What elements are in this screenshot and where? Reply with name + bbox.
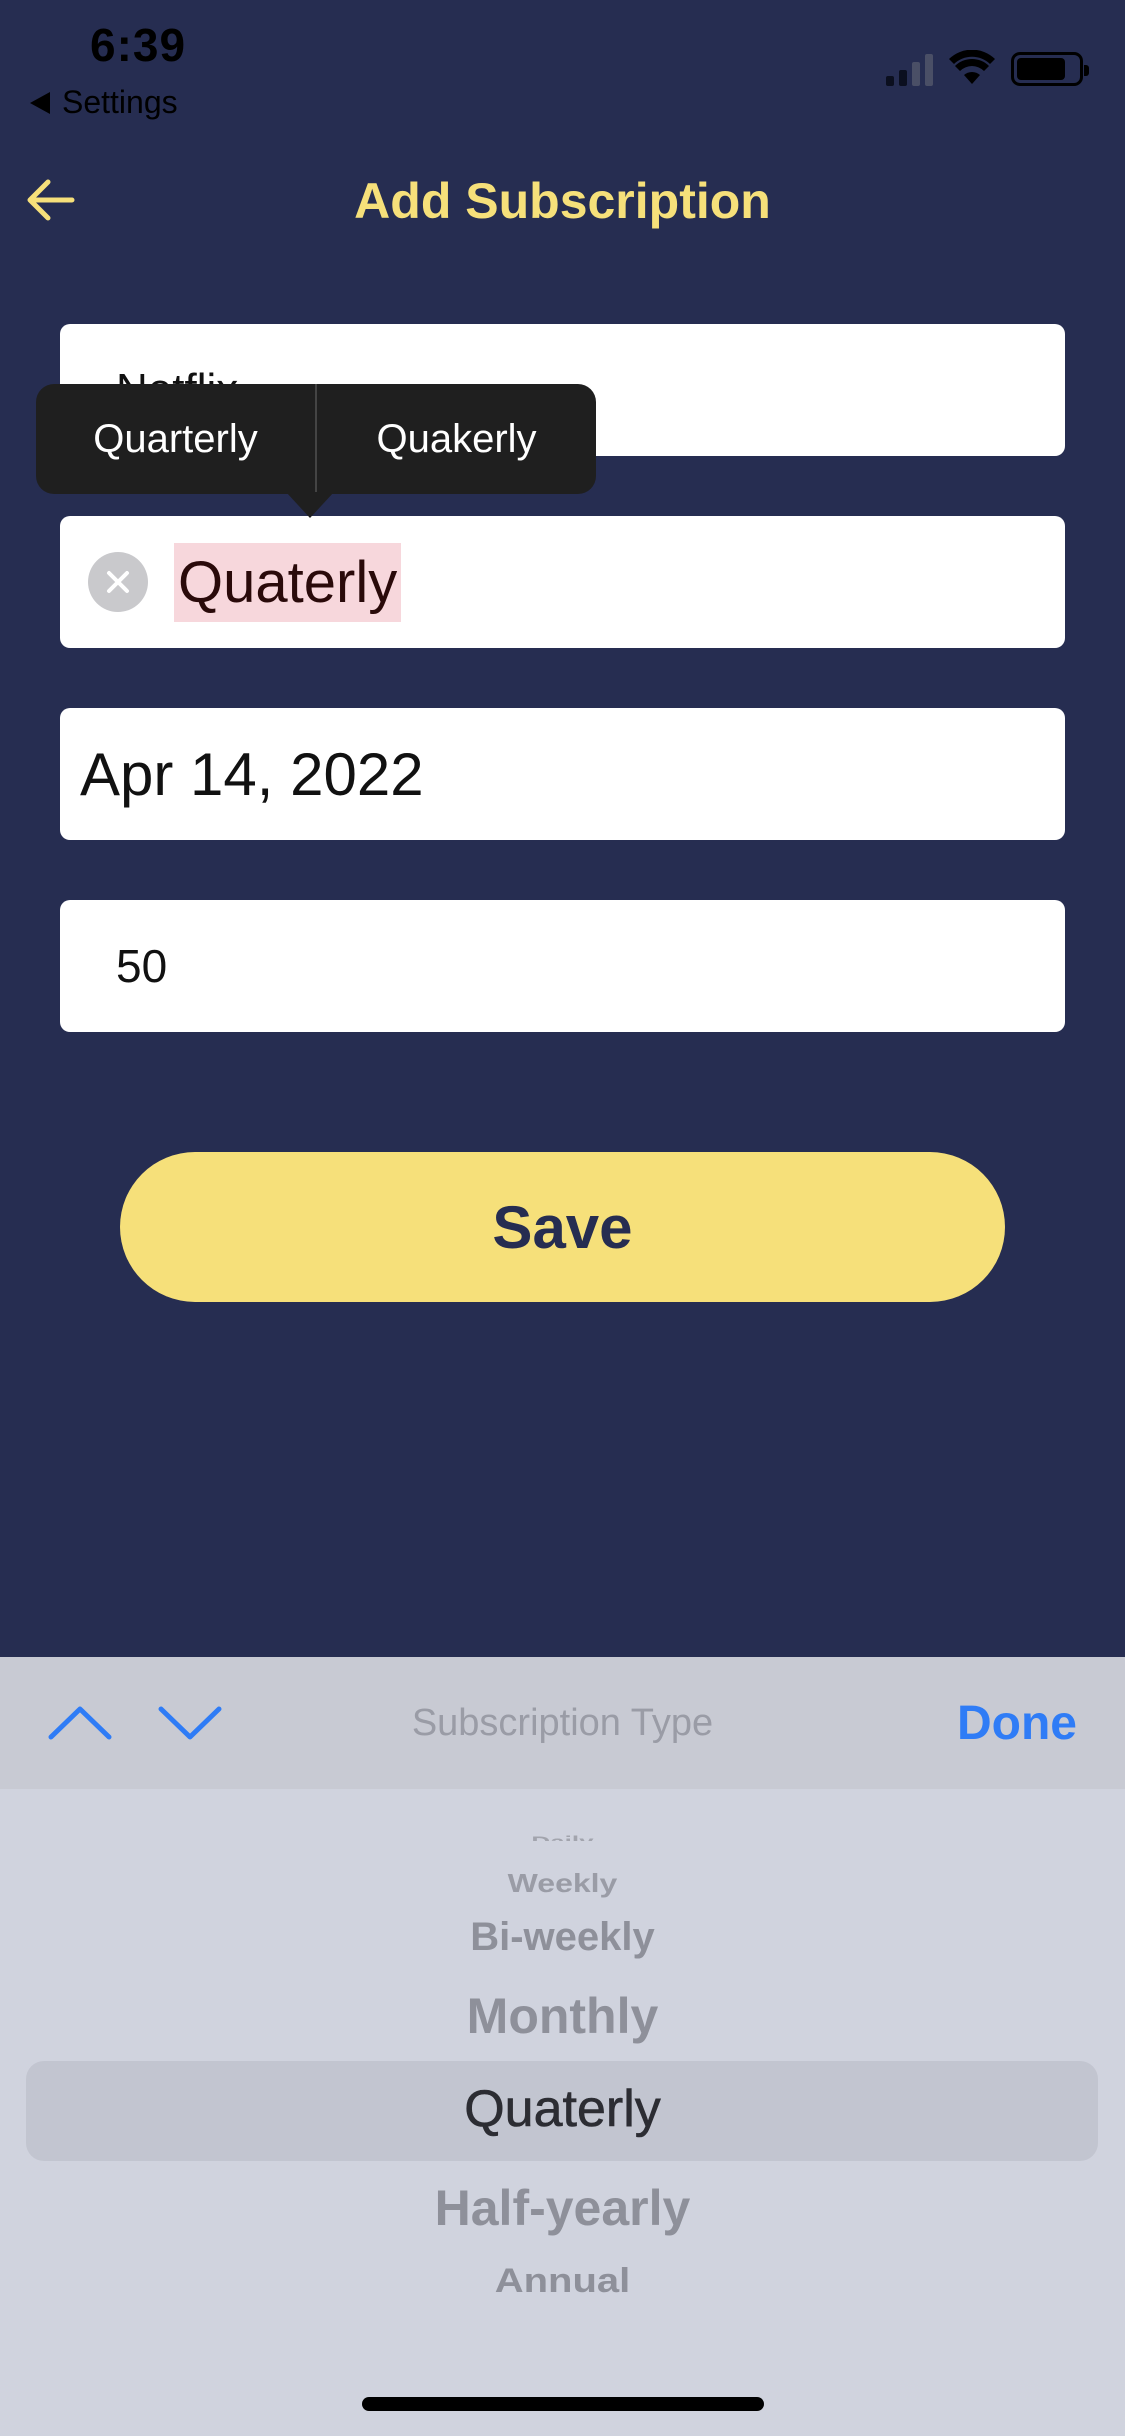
picker-option-bi-weekly[interactable]: Bi-weekly [0, 1915, 1125, 1960]
start-date-value: Apr 14, 2022 [80, 740, 424, 808]
start-date-field[interactable]: Apr 14, 2022 [60, 708, 1065, 840]
battery-icon [1011, 52, 1089, 86]
page-title: Add Subscription [354, 173, 771, 229]
picker-option-annual[interactable]: Annual [0, 2262, 1125, 2300]
suggestion-quakerly[interactable]: Quakerly [317, 384, 596, 494]
save-button[interactable]: Save [120, 1152, 1005, 1302]
subscription-type-value: Quaterly [174, 542, 402, 622]
subscription-type-field[interactable]: Quaterly [60, 516, 1065, 648]
picker-option-selected[interactable]: Quaterly [0, 2079, 1125, 2139]
popup-pointer [286, 492, 334, 518]
clear-icon[interactable] [88, 552, 148, 612]
amount-field[interactable]: 50 [60, 900, 1065, 1032]
back-app-label: Settings [62, 84, 178, 120]
wifi-icon [949, 50, 995, 84]
back-to-app-link[interactable]: Settings [30, 84, 178, 121]
status-icons [886, 50, 1089, 86]
autocorrect-suggestions: Quarterly Quakerly [36, 384, 596, 518]
picker-option-half-yearly[interactable]: Half-yearly [0, 2179, 1125, 2237]
picker-option-monthly[interactable]: Monthly [0, 1987, 1125, 2045]
picker-option-daily[interactable]: Daily [0, 1833, 1125, 1841]
amount-value: 50 [116, 940, 168, 992]
done-button[interactable]: Done [957, 1696, 1077, 1751]
suggestion-quarterly[interactable]: Quarterly [36, 384, 315, 494]
status-time: 6:39 [90, 19, 187, 71]
back-triangle-icon [30, 91, 50, 114]
home-indicator[interactable] [362, 2397, 764, 2411]
picker-option-weekly[interactable]: Weekly [0, 1869, 1125, 1899]
cellular-signal-icon [886, 52, 933, 86]
picker-toolbar: Subscription Type Done [0, 1657, 1125, 1789]
subscription-type-picker[interactable]: Daily Weekly Bi-weekly Monthly Quaterly … [0, 1789, 1125, 2436]
